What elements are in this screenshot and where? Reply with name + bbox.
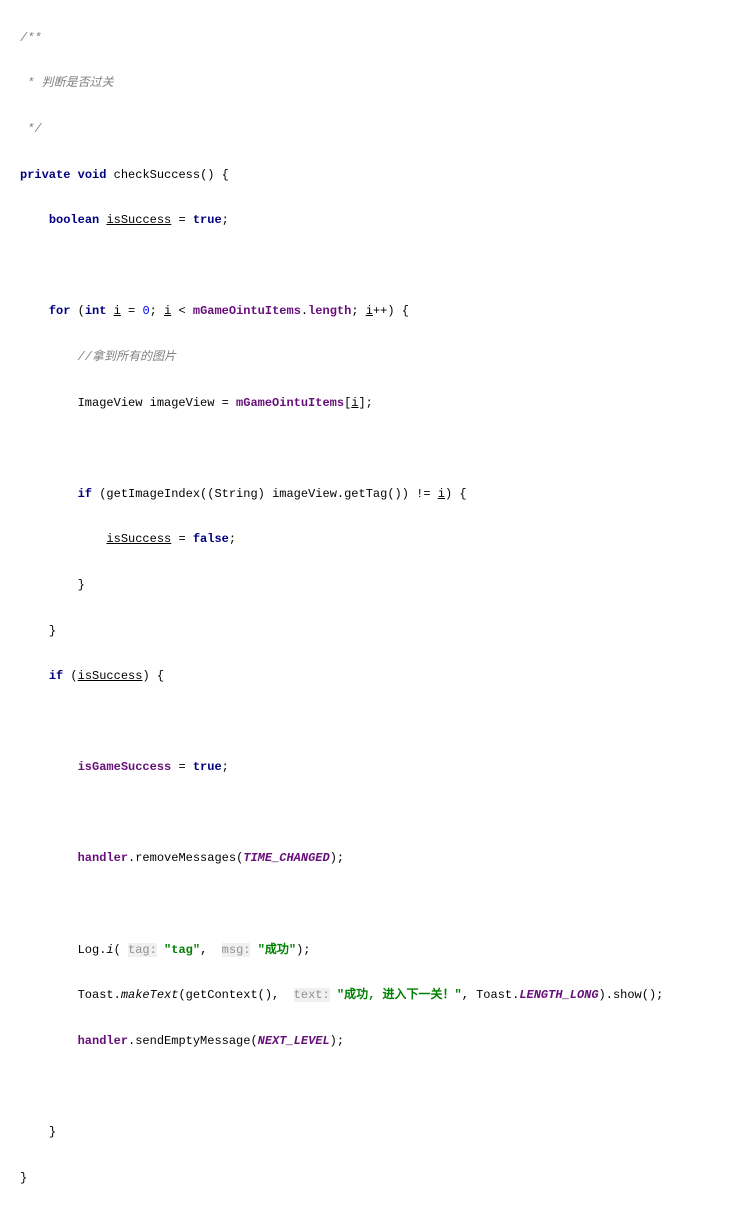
const-time-changed: TIME_CHANGED bbox=[243, 851, 329, 865]
kw-if: if bbox=[78, 487, 92, 501]
method-getImageIndex: getImageIndex bbox=[106, 487, 200, 501]
method-i: i bbox=[106, 943, 113, 957]
javadoc-body: * 判断是否过关 bbox=[20, 76, 114, 90]
comment-inner: //拿到所有的图片 bbox=[78, 350, 176, 364]
code-line: handler.sendEmptyMessage(NEXT_LEVEL); bbox=[20, 1030, 747, 1053]
code-line: if (isSuccess) { bbox=[20, 665, 747, 688]
kw-true: true bbox=[193, 213, 222, 227]
method-show: show bbox=[613, 988, 642, 1002]
code-line: isGameSuccess = true; bbox=[20, 756, 747, 779]
kw-boolean: boolean bbox=[49, 213, 99, 227]
code-line: } bbox=[20, 620, 747, 643]
kw-true: true bbox=[193, 760, 222, 774]
method-getTag: getTag bbox=[344, 487, 387, 501]
kw-int: int bbox=[85, 304, 107, 318]
code-line: */ bbox=[20, 118, 747, 141]
field-handler: handler bbox=[78, 1034, 128, 1048]
code-line: } bbox=[20, 1121, 747, 1144]
method-makeText: makeText bbox=[121, 988, 179, 1002]
code-line: for (int i = 0; i < mGameOintuItems.leng… bbox=[20, 300, 747, 323]
const-length-long: LENGTH_LONG bbox=[519, 988, 598, 1002]
kw-private: private bbox=[20, 168, 70, 182]
kw-false: false bbox=[193, 532, 229, 546]
type-String: String bbox=[214, 487, 257, 501]
param-hint-text: text: bbox=[294, 988, 330, 1002]
method-name: checkSuccess bbox=[114, 168, 200, 182]
javadoc-open: /** bbox=[20, 31, 42, 45]
code-line: //拿到所有的图片 bbox=[20, 346, 747, 369]
method-removeMessages: removeMessages bbox=[135, 851, 236, 865]
field-handler: handler bbox=[78, 851, 128, 865]
var-imageView: imageView bbox=[272, 487, 337, 501]
method-sendEmptyMessage: sendEmptyMessage bbox=[135, 1034, 250, 1048]
const-next-level: NEXT_LEVEL bbox=[258, 1034, 330, 1048]
code-editor[interactable]: /** * 判断是否过关 */ private void checkSucces… bbox=[0, 0, 747, 1208]
var-isSuccess: isSuccess bbox=[106, 532, 171, 546]
var-isSuccess: isSuccess bbox=[78, 669, 143, 683]
kw-void: void bbox=[78, 168, 107, 182]
str-success: "成功" bbox=[258, 943, 296, 957]
method-getContext: getContext bbox=[186, 988, 258, 1002]
param-hint-tag: tag: bbox=[128, 943, 157, 957]
code-line bbox=[20, 255, 747, 278]
var-i: i bbox=[114, 304, 121, 318]
field-isGameSuccess: isGameSuccess bbox=[78, 760, 172, 774]
var-i: i bbox=[164, 304, 171, 318]
code-line bbox=[20, 711, 747, 734]
code-line: Toast.makeText(getContext(), text: "成功, … bbox=[20, 984, 747, 1007]
lit-zero: 0 bbox=[142, 304, 149, 318]
code-line bbox=[20, 1075, 747, 1098]
code-line: Log.i( tag: "tag", msg: "成功"); bbox=[20, 939, 747, 962]
code-line bbox=[20, 437, 747, 460]
var-i: i bbox=[366, 304, 373, 318]
code-line bbox=[20, 893, 747, 916]
code-line: /** bbox=[20, 27, 747, 50]
class-Toast: Toast bbox=[78, 988, 114, 1002]
javadoc-close: */ bbox=[20, 122, 42, 136]
code-line: } bbox=[20, 1167, 747, 1190]
param-hint-msg: msg: bbox=[222, 943, 251, 957]
class-Log: Log bbox=[78, 943, 100, 957]
field-items: mGameOintuItems bbox=[193, 304, 301, 318]
prop-length: length bbox=[308, 304, 351, 318]
code-line: if (getImageIndex((String) imageView.get… bbox=[20, 483, 747, 506]
str-tag: "tag" bbox=[164, 943, 200, 957]
code-line: handler.removeMessages(TIME_CHANGED); bbox=[20, 847, 747, 870]
class-Toast: Toast bbox=[476, 988, 512, 1002]
code-line: private void checkSuccess() { bbox=[20, 164, 747, 187]
var-imageView: imageView bbox=[150, 396, 215, 410]
kw-if: if bbox=[49, 669, 63, 683]
type-ImageView: ImageView bbox=[78, 396, 143, 410]
kw-for: for bbox=[49, 304, 71, 318]
str-toast: "成功, 进入下一关！" bbox=[337, 988, 462, 1002]
code-line: isSuccess = false; bbox=[20, 528, 747, 551]
var-isSuccess: isSuccess bbox=[106, 213, 171, 227]
code-line: boolean isSuccess = true; bbox=[20, 209, 747, 232]
field-items: mGameOintuItems bbox=[236, 396, 344, 410]
code-line bbox=[20, 802, 747, 825]
code-line: ImageView imageView = mGameOintuItems[i]… bbox=[20, 392, 747, 415]
code-line: * 判断是否过关 bbox=[20, 72, 747, 95]
code-line: } bbox=[20, 574, 747, 597]
var-i: i bbox=[438, 487, 445, 501]
